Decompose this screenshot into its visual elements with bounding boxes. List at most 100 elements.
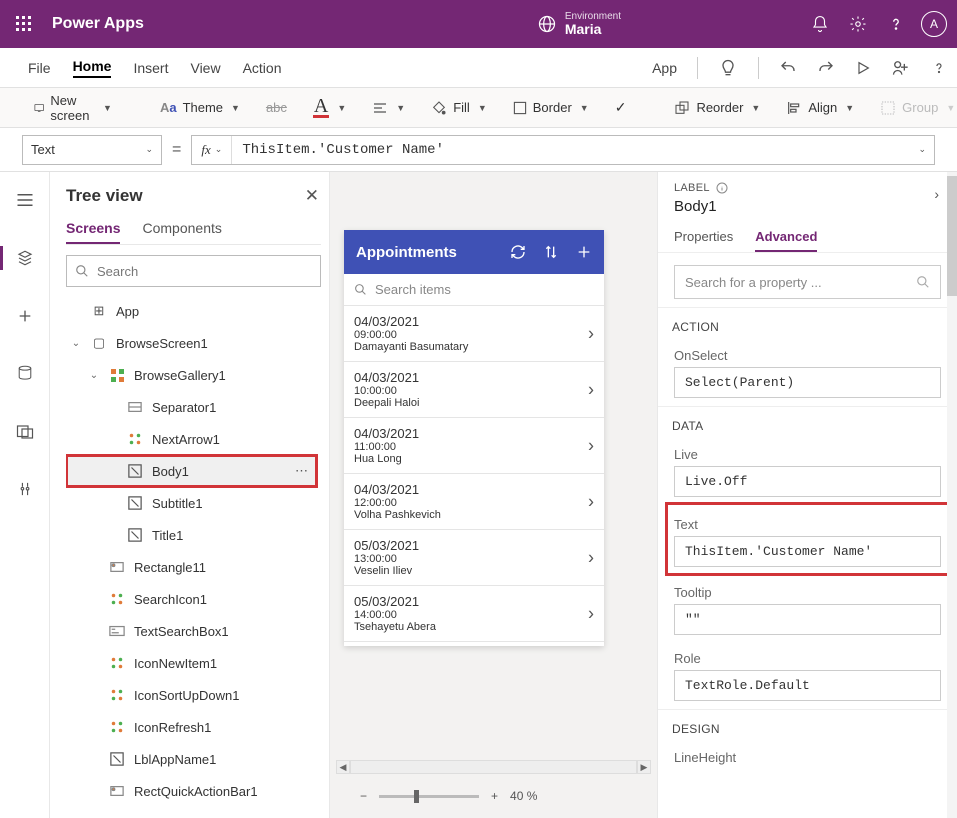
menu-home[interactable]: Home (73, 58, 112, 78)
group-button[interactable]: Group▼ (874, 100, 957, 116)
zoom-out-button[interactable]: − (360, 789, 367, 803)
sort-icon[interactable] (544, 244, 558, 260)
info-icon[interactable] (716, 182, 728, 194)
prop-role-value[interactable]: TextRole.Default (674, 670, 941, 701)
tree-tab-components[interactable]: Components (142, 220, 221, 244)
chevron-right-icon[interactable]: › (588, 379, 594, 400)
border-button[interactable]: Border▼ (507, 100, 595, 115)
tree-node-separator[interactable]: Separator1 (66, 391, 317, 423)
tree-node-browsescreen[interactable]: ⌄▢BrowseScreen1 (66, 327, 317, 359)
tree-node-app[interactable]: ⊞App (66, 295, 317, 327)
align-text-button[interactable]: ▼ (366, 101, 411, 115)
tree-node-subtitle[interactable]: Subtitle1 (66, 487, 317, 519)
undo-icon[interactable] (779, 59, 797, 77)
reorder-button[interactable]: Reorder▼ (668, 100, 766, 116)
align-objects-button[interactable]: Align▼ (780, 100, 860, 116)
list-item[interactable]: 05/03/2021 13:00:00 Veselin Iliev › (344, 530, 604, 586)
tree-node-title[interactable]: Title1 (66, 519, 317, 551)
prop-tooltip-value[interactable]: "" (674, 604, 941, 635)
rail-data-icon[interactable] (0, 356, 50, 392)
tree-node-detailscreen[interactable]: ›▢DetailScreen1 (66, 807, 317, 818)
zoom-control: − + 40 % (360, 786, 627, 806)
menu-view[interactable]: View (190, 60, 220, 76)
strikethrough-button[interactable]: abc (260, 100, 293, 115)
tree-node-rectangle[interactable]: Rectangle11 (66, 551, 317, 583)
tree-node-more-icon[interactable]: ⋯ (295, 463, 309, 479)
zoom-slider[interactable] (379, 795, 479, 798)
property-selector[interactable]: Text⌄ (22, 135, 162, 165)
formula-expand-icon[interactable]: ⌄ (918, 144, 934, 155)
rail-tools-icon[interactable] (0, 472, 50, 508)
avatar[interactable]: A (921, 11, 947, 37)
list-item[interactable]: 05/03/2021 14:00:00 Tsehayetu Abera › (344, 586, 604, 642)
formula-input[interactable]: ThisItem.'Customer Name' (232, 142, 916, 158)
tree-node-nextarrow[interactable]: NextArrow1 (66, 423, 317, 455)
theme-button[interactable]: Aa Theme▼ (154, 100, 246, 115)
tree-node-rectquick[interactable]: RectQuickActionBar1 (66, 775, 317, 807)
menu-insert[interactable]: Insert (133, 60, 168, 76)
add-icon[interactable] (576, 244, 592, 260)
new-screen-button[interactable]: New screen▼ (28, 93, 118, 123)
tree-node-browsegallery[interactable]: ⌄BrowseGallery1 (66, 359, 317, 391)
canvas[interactable]: Appointments Search items 04/03/2021 09:… (330, 172, 657, 818)
chevron-right-icon[interactable]: › (588, 491, 594, 512)
checker-icon[interactable] (718, 58, 738, 78)
tree-tab-screens[interactable]: Screens (66, 220, 120, 244)
refresh-icon[interactable] (510, 244, 526, 260)
list-item[interactable]: 04/03/2021 09:00:00 Damayanti Basumatary… (344, 306, 604, 362)
prop-live-value[interactable]: Live.Off (674, 466, 941, 497)
phone-preview[interactable]: Appointments Search items 04/03/2021 09:… (344, 230, 604, 646)
rail-tree-icon[interactable] (0, 240, 50, 276)
prop-text-value[interactable]: ThisItem.'Customer Name' (674, 536, 941, 567)
list-item[interactable]: 04/03/2021 12:00:00 Volha Pashkevich › (344, 474, 604, 530)
fill-button[interactable]: Fill▼ (425, 100, 493, 116)
share-icon[interactable] (891, 58, 911, 78)
rail-media-icon[interactable] (0, 414, 50, 450)
properties-vscrollbar[interactable] (947, 172, 957, 818)
zoom-in-button[interactable]: + (491, 789, 498, 803)
help-menu-icon[interactable] (931, 60, 947, 76)
item-date: 05/03/2021 (354, 538, 594, 553)
list-item[interactable]: 04/03/2021 11:00:00 Hua Long › (344, 418, 604, 474)
equals-label: = (172, 141, 181, 159)
tree-node-iconsort[interactable]: IconSortUpDown1 (66, 679, 317, 711)
tree-node-lblappname[interactable]: LblAppName1 (66, 743, 317, 775)
properties-pane: LABEL Body1 › Properties Advanced Search… (657, 172, 957, 818)
menu-file[interactable]: File (28, 60, 51, 76)
play-icon[interactable] (855, 60, 871, 76)
tree-search-input[interactable]: Search (66, 255, 321, 287)
chevron-right-icon[interactable]: › (588, 547, 594, 568)
property-search-input[interactable]: Search for a property ... (674, 265, 941, 299)
close-tree-icon[interactable]: ✕ (305, 186, 319, 206)
settings-icon[interactable] (839, 0, 877, 48)
menu-app[interactable]: App (652, 60, 677, 76)
tree-node-body[interactable]: Body1⋯ (66, 455, 317, 487)
menu-action[interactable]: Action (243, 60, 282, 76)
collapse-pane-icon[interactable]: › (934, 186, 939, 202)
chevron-right-icon[interactable]: › (588, 435, 594, 456)
redo-icon[interactable] (817, 59, 835, 77)
app-search-input[interactable]: Search items (344, 274, 604, 306)
environment-picker[interactable]: Environment Maria (537, 11, 621, 37)
help-icon[interactable] (877, 0, 915, 48)
list-item[interactable]: 04/03/2021 10:00:00 Deepali Haloi › (344, 362, 604, 418)
font-color-button[interactable]: A▼ (307, 97, 352, 118)
ribbon-expand-button[interactable]: ✓ (609, 99, 633, 116)
tree-node-iconrefresh[interactable]: IconRefresh1 (66, 711, 317, 743)
item-time: 13:00:00 (354, 553, 594, 565)
fx-icon[interactable]: fx⌄ (192, 136, 232, 164)
tree-node-iconnew[interactable]: IconNewItem1 (66, 647, 317, 679)
rail-hamburger-icon[interactable] (0, 182, 50, 218)
formula-input-container: fx⌄ ThisItem.'Customer Name' ⌄ (191, 135, 935, 165)
canvas-hscrollbar[interactable]: ◀▶ (336, 760, 651, 774)
chevron-right-icon[interactable]: › (588, 323, 594, 344)
waffle-icon[interactable] (0, 0, 48, 48)
rp-tab-advanced[interactable]: Advanced (755, 229, 817, 252)
rail-insert-icon[interactable] (0, 298, 50, 334)
rp-tab-properties[interactable]: Properties (674, 229, 733, 252)
chevron-right-icon[interactable]: › (588, 603, 594, 624)
tree-node-textsearchbox[interactable]: TextSearchBox1 (66, 615, 317, 647)
notification-icon[interactable] (801, 0, 839, 48)
tree-node-searchicon[interactable]: SearchIcon1 (66, 583, 317, 615)
prop-onselect-value[interactable]: Select(Parent) (674, 367, 941, 398)
